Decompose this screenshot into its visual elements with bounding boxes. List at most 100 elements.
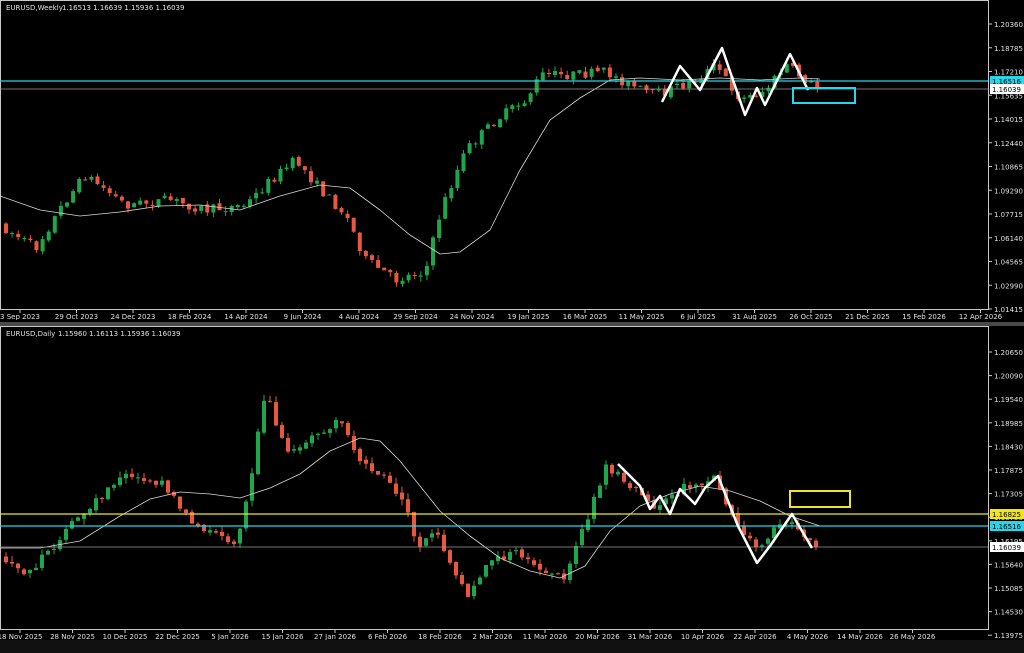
- x-tick-label: 18 Feb 2024: [168, 313, 212, 320]
- candle-body: [10, 233, 15, 235]
- candle-body: [193, 208, 198, 212]
- candle-body: [321, 181, 326, 197]
- current-price-tag-label: 1.16039: [992, 544, 1021, 552]
- candle-body: [346, 422, 350, 435]
- y-tick-label: 1.04565: [994, 259, 1023, 267]
- candle-body: [217, 203, 222, 211]
- candle-body: [614, 76, 618, 78]
- x-tick-label: 28 Nov 2025: [50, 633, 95, 640]
- candle-body: [472, 585, 476, 597]
- candle-body: [484, 564, 488, 577]
- candle-body: [568, 563, 572, 581]
- candle-body: [754, 95, 759, 97]
- candle-body: [370, 463, 374, 472]
- candle-body: [333, 194, 338, 209]
- candle-body: [142, 478, 146, 482]
- candle-body: [268, 401, 272, 403]
- candle-body: [77, 178, 82, 193]
- x-tick-label: 11 Mar 2026: [523, 633, 568, 640]
- symbol-label: EURUSD,Weekly: [6, 4, 63, 12]
- candle-body: [461, 153, 466, 171]
- candle-body: [22, 569, 26, 575]
- candle-body: [184, 509, 188, 513]
- candle-body: [71, 191, 76, 203]
- candle-body: [260, 192, 265, 194]
- candle-body: [553, 71, 557, 75]
- weekly-chart[interactable]: EURUSD,Weekly 1.16513 1.16639 1.15936 1.1…: [0, 0, 1024, 320]
- daily-yellow-level-line-tag-label: 1.16825: [992, 511, 1021, 519]
- moving-average-line: [0, 77, 821, 255]
- x-tick-label: 26 May 2026: [890, 633, 936, 640]
- candle-body: [328, 429, 332, 433]
- candle-body: [418, 275, 423, 277]
- x-tick-label: 11 May 2025: [619, 313, 665, 320]
- candle-body: [580, 529, 584, 546]
- candle-body: [388, 270, 393, 273]
- candle-body: [449, 188, 454, 199]
- daily-chart-pane[interactable]: EURUSD,Daily 1.15960 1.16113 1.15936 1.16…: [0, 326, 1024, 640]
- candle-body: [370, 255, 374, 260]
- candle-body: [748, 535, 752, 539]
- daily-chart[interactable]: EURUSD,Daily 1.15960 1.16113 1.15936 1.16…: [0, 326, 1024, 640]
- x-tick-label: 15 Jan 2026: [262, 633, 305, 640]
- x-tick-label: 31 Aug 2025: [732, 313, 777, 320]
- candle-body: [106, 487, 110, 500]
- ohlc-values: 1.16513 1.16639 1.15936 1.16039: [62, 4, 184, 12]
- x-tick-label: 27 Jan 2026: [314, 633, 357, 640]
- y-tick-label: 1.13975: [994, 632, 1023, 640]
- candle-body: [208, 530, 212, 533]
- y-tick-label: 1.17875: [994, 467, 1023, 475]
- candle-body: [760, 545, 764, 547]
- y-tick-label: 1.20650: [994, 349, 1023, 357]
- candle-body: [528, 93, 533, 102]
- candle-body: [700, 483, 704, 485]
- candle-body: [406, 274, 411, 281]
- candle-body: [150, 204, 155, 206]
- candle-body: [364, 459, 368, 464]
- candle-body: [412, 512, 416, 537]
- candle-body: [298, 447, 302, 451]
- candle-body: [565, 74, 570, 80]
- candle-body: [119, 196, 124, 201]
- candle-body: [256, 431, 260, 475]
- candle-body: [583, 71, 588, 78]
- candle-body: [766, 87, 771, 92]
- candle-body: [688, 485, 692, 489]
- candle-body: [100, 498, 104, 500]
- candle-body: [717, 64, 722, 70]
- candle-body: [814, 540, 818, 548]
- candle-body: [262, 400, 266, 433]
- candle-body: [34, 567, 38, 571]
- candle-body: [290, 157, 295, 169]
- candle-body: [607, 67, 612, 78]
- candle-body: [742, 97, 747, 99]
- candle-body: [4, 556, 8, 563]
- candle-body: [315, 180, 320, 184]
- weekly-cyan-target-box[interactable]: [792, 87, 856, 104]
- candle-body: [681, 83, 686, 89]
- x-tick-label: 29 Oct 2023: [55, 313, 98, 320]
- weekly-chart-pane[interactable]: EURUSD,Weekly 1.16513 1.16639 1.15936 1.1…: [0, 0, 1024, 320]
- candle-body: [424, 265, 429, 276]
- candle-body: [514, 550, 518, 552]
- candle-body: [235, 204, 240, 208]
- candle-body: [168, 196, 173, 200]
- candle-body: [46, 231, 51, 241]
- candle-body: [118, 477, 122, 485]
- candle-body: [352, 436, 356, 451]
- x-tick-label: 10 Apr 2026: [681, 633, 725, 640]
- candle-body: [4, 223, 8, 234]
- x-tick-label: 14 May 2026: [837, 633, 883, 640]
- candle-body: [610, 464, 614, 474]
- candle-body: [22, 238, 27, 240]
- y-tick-label: 1.07715: [994, 211, 1023, 219]
- candle-body: [113, 194, 118, 197]
- daily-yellow-target-box[interactable]: [789, 490, 851, 508]
- candle-body: [296, 156, 301, 166]
- candle-body: [658, 505, 662, 510]
- candle-body: [638, 85, 643, 87]
- x-tick-label: 18 Feb 2026: [418, 633, 462, 640]
- candle-body: [532, 560, 536, 565]
- candle-body: [540, 72, 545, 81]
- candle-body: [437, 219, 442, 239]
